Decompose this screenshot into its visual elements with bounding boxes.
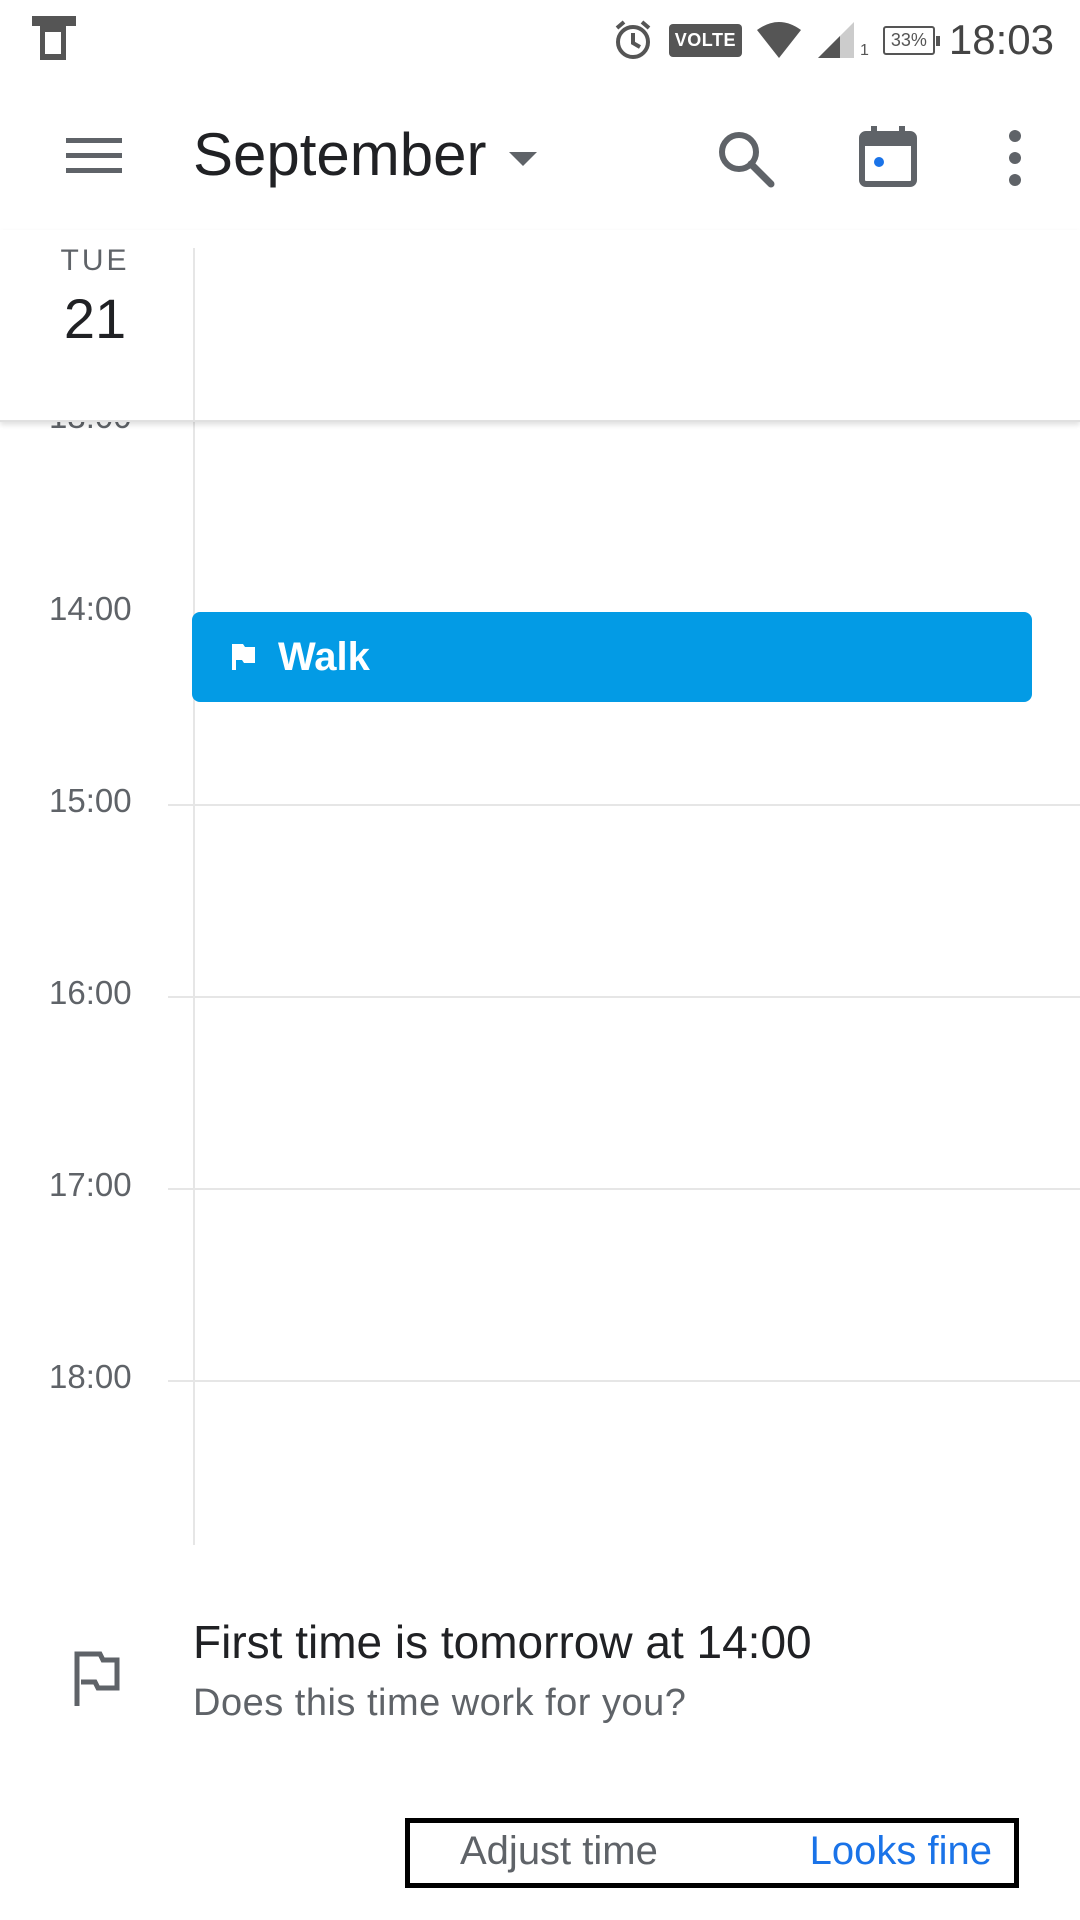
- hour-label: 18:00: [49, 1358, 132, 1395]
- hour-gridline: [168, 1380, 1080, 1382]
- battery-icon: 33%: [882, 25, 940, 55]
- more-options-icon[interactable]: [1000, 128, 1030, 188]
- hour-gridline: [168, 996, 1080, 998]
- day-header: TUE 21: [0, 230, 1080, 422]
- hour-label: 17:00: [49, 1166, 132, 1203]
- weekday-label: TUE: [60, 244, 130, 277]
- volte-badge: VOLTE: [668, 23, 742, 57]
- hour-label: 13:00: [49, 420, 132, 436]
- prompt-subtitle: Does this time work for you?: [193, 1682, 687, 1724]
- signal-icon: [817, 22, 854, 58]
- hour-row: 17:00: [0, 1166, 1080, 1203]
- month-title: September: [193, 121, 487, 188]
- prompt-title: First time is tomorrow at 14:00: [193, 1616, 812, 1668]
- looks-fine-button[interactable]: Looks fine: [810, 1829, 992, 1874]
- time-grid[interactable]: 13:00 14:00 15:00 16:00 17:00 18:00 Walk: [0, 420, 1080, 1545]
- goal-time-prompt: First time is tomorrow at 14:00 Does thi…: [0, 1545, 1080, 1920]
- device-icon: [32, 16, 76, 60]
- hour-label: 16:00: [49, 974, 132, 1011]
- flag-outline-icon: [74, 1651, 120, 1706]
- event-walk[interactable]: Walk: [192, 612, 1032, 702]
- adjust-time-button[interactable]: Adjust time: [460, 1829, 658, 1874]
- column-divider: [193, 248, 195, 420]
- wifi-icon: [756, 22, 801, 58]
- hour-row: 15:00: [0, 782, 1080, 819]
- hour-gridline: [168, 1188, 1080, 1190]
- flag-icon: [232, 644, 255, 670]
- event-title: Walk: [278, 634, 370, 679]
- status-icons: VOLTE 1 33% 18:03: [611, 10, 1054, 70]
- menu-icon[interactable]: [66, 136, 122, 176]
- date-number[interactable]: 21: [0, 286, 190, 351]
- column-divider: [193, 420, 195, 1545]
- hour-label: 14:00: [49, 590, 132, 627]
- prompt-actions: Adjust time Looks fine: [405, 1818, 1019, 1888]
- today-calendar-icon[interactable]: [858, 125, 918, 187]
- hour-row: 16:00: [0, 974, 1080, 1011]
- month-selector[interactable]: September: [193, 120, 537, 189]
- hour-label: 15:00: [49, 782, 132, 819]
- search-icon[interactable]: [715, 128, 775, 188]
- network-indicator: 1: [859, 42, 869, 59]
- app-toolbar: September: [0, 80, 1080, 230]
- hour-row: 18:00: [0, 1358, 1080, 1395]
- status-bar: VOLTE 1 33% 18:03: [0, 0, 1080, 80]
- hour-gridline: [168, 804, 1080, 806]
- dropdown-arrow-icon: [508, 151, 537, 166]
- alarm-icon: [615, 20, 651, 59]
- status-time: 18:03: [948, 16, 1054, 63]
